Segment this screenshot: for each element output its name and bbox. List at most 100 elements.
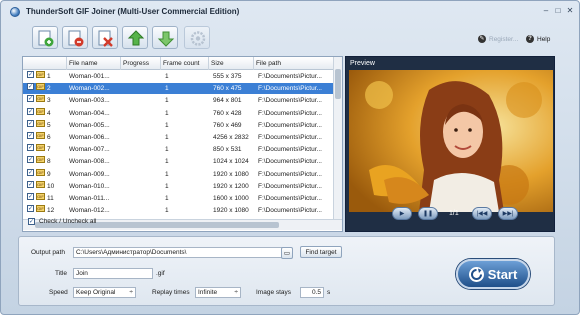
column-header-progress[interactable]: Progress [121, 57, 161, 70]
file-name-cell: Woman-009... [69, 170, 110, 178]
file-name-cell: Woman-004... [69, 109, 110, 117]
table-row[interactable]: ✓ GIF 7 Woman-007... 1 850 x 531 F:\Documents\… [23, 144, 333, 155]
file-name-cell: Woman-008... [69, 158, 110, 166]
help-link[interactable]: ? Help [526, 35, 550, 43]
gif-file-icon: GIF [36, 83, 45, 91]
play-button[interactable]: ▶ [392, 207, 412, 220]
row-checkbox[interactable]: ✓ [27, 156, 34, 164]
column-header-size[interactable]: Size [209, 57, 254, 70]
speed-label: Speed [49, 289, 68, 296]
pause-button[interactable]: ❚❚ [418, 207, 438, 220]
row-checkbox[interactable]: ✓ [27, 119, 34, 127]
row-number: 9 [47, 170, 51, 178]
file-path-cell: F:\Documents\Pictur... [258, 195, 322, 202]
minimize-icon[interactable]: – [541, 6, 551, 16]
size-cell: 1920 x 1200 [213, 182, 249, 190]
register-label: Register... [489, 35, 519, 43]
file-name-cell: Woman-005... [69, 121, 110, 129]
find-target-button[interactable]: Find target [300, 246, 342, 258]
column-header-file-name[interactable]: File name [67, 57, 121, 70]
table-row[interactable]: ✓ GIF 6 Woman-006... 1 4256 x 2832 F:\Document… [23, 132, 333, 143]
vertical-scrollbar[interactable] [333, 57, 342, 219]
help-label: Help [537, 35, 551, 43]
file-path-cell: F:\Documents\Pictur... [258, 134, 322, 141]
table-row[interactable]: ✓ GIF 1 Woman-001... 1 555 x 375 F:\Documents\… [23, 71, 333, 82]
size-cell: 964 x 801 [213, 97, 242, 105]
title-label: Title [55, 270, 68, 277]
frame-count-cell: 1 [165, 146, 169, 154]
register-link[interactable]: ✎ Register... [478, 35, 518, 43]
check-all-checkbox[interactable]: ✓ [28, 218, 35, 225]
start-icon [468, 266, 484, 282]
help-icon: ? [526, 35, 534, 43]
frame-count-cell: 1 [165, 158, 169, 166]
file-path-cell: F:\Documents\Pictur... [258, 73, 322, 80]
title-field[interactable]: Join [73, 268, 153, 279]
frame-count-cell: 1 [165, 85, 169, 93]
title-bar: ThunderSoft GIF Joiner (Multi-User Comme… [1, 1, 579, 22]
close-icon[interactable]: ✕ [565, 6, 575, 16]
first-frame-icon: |◀◀ [476, 211, 488, 217]
row-number: 11 [47, 195, 54, 202]
table-row[interactable]: ✓ GIF 3 Woman-003... 1 964 x 801 F:\Documents\… [23, 95, 333, 106]
settings-button[interactable] [184, 26, 210, 49]
row-checkbox[interactable]: ✓ [27, 144, 34, 152]
image-stays-field[interactable]: 0.5 [300, 287, 324, 298]
row-checkbox[interactable]: ✓ [27, 193, 34, 200]
row-checkbox[interactable]: ✓ [27, 168, 34, 176]
speed-select[interactable]: Keep Original ÷ [73, 287, 136, 298]
clear-list-button[interactable] [92, 26, 118, 49]
file-list-header: File name Progress Frame count Size File… [23, 57, 333, 70]
file-name-cell: Woman-006... [69, 134, 110, 141]
row-number: 7 [47, 146, 51, 154]
gif-file-icon: GIF [36, 119, 45, 127]
maximize-icon[interactable]: □ [553, 6, 563, 16]
size-cell: 850 x 531 [213, 146, 242, 154]
play-icon: ▶ [399, 211, 405, 217]
file-path-cell: F:\Documents\Pictur... [258, 109, 322, 117]
dropdown-arrow-icon: ÷ [129, 289, 133, 296]
row-number: 1 [47, 73, 51, 80]
add-file-button[interactable] [32, 26, 58, 49]
browse-folder-button[interactable]: ▭ [281, 247, 293, 259]
column-header-frame-count[interactable]: Frame count [161, 57, 209, 70]
output-path-label: Output path [31, 249, 65, 256]
move-up-button[interactable] [122, 26, 148, 49]
row-checkbox[interactable]: ✓ [27, 95, 34, 103]
file-path-cell: F:\Documents\Pictur... [258, 182, 322, 190]
file-name-cell: Woman-002... [69, 85, 110, 93]
add-file-icon [38, 30, 54, 47]
last-frame-button[interactable]: ▶▶| [498, 207, 518, 220]
table-row[interactable]: ✓ GIF 9 Woman-009... 1 1920 x 1080 F:\Document… [23, 168, 333, 180]
start-button[interactable]: Start [456, 259, 530, 289]
table-row[interactable]: ✓ GIF 11 Woman-011... 1 1600 x 1000 F:\Documen… [23, 193, 333, 204]
table-row[interactable]: ✓ GIF 5 Woman-005... 1 760 x 469 F:\Documents\… [23, 119, 333, 131]
row-checkbox[interactable]: ✓ [27, 83, 34, 91]
scroll-thumb[interactable] [335, 69, 341, 99]
row-checkbox[interactable]: ✓ [27, 132, 34, 139]
first-frame-button[interactable]: |◀◀ [472, 207, 492, 220]
frame-count-cell: 1 [165, 134, 169, 141]
row-checkbox[interactable]: ✓ [27, 205, 34, 213]
frame-count-cell: 1 [165, 109, 169, 117]
table-row[interactable]: ✓ GIF 2 Woman-002... 1 760 x 475 F:\Documents\… [23, 83, 333, 95]
table-row[interactable]: ✓ GIF 12 Woman-012... 1 1920 x 1080 F:\Documen… [23, 205, 333, 216]
table-row[interactable]: ✓ GIF 4 Woman-004... 1 760 x 428 F:\Documents\… [23, 107, 333, 119]
row-checkbox[interactable]: ✓ [27, 71, 34, 78]
output-path-field[interactable]: C:\Users\Администратор\Documents\ [73, 247, 289, 258]
check-all-toggle[interactable]: ✓ Check / Uncheck all [28, 218, 96, 225]
move-down-button[interactable] [152, 26, 178, 49]
replay-times-select[interactable]: Infinite ÷ [195, 287, 241, 298]
table-row[interactable]: ✓ GIF 8 Woman-008... 1 1024 x 1024 F:\Document… [23, 156, 333, 167]
row-checkbox[interactable]: ✓ [27, 107, 34, 115]
row-checkbox[interactable]: ✓ [27, 180, 34, 188]
column-header-file-path[interactable]: File path [254, 57, 333, 70]
frame-count-cell: 1 [165, 170, 169, 178]
page-counter: 1/1 [449, 210, 459, 217]
start-label: Start [487, 266, 518, 282]
frame-count-cell: 1 [165, 182, 169, 190]
remove-file-button[interactable] [62, 26, 88, 49]
gif-file-icon: GIF [36, 168, 45, 176]
table-row[interactable]: ✓ GIF 10 Woman-010... 1 1920 x 1200 F:\Documen… [23, 180, 333, 192]
size-cell: 555 x 375 [213, 73, 242, 80]
